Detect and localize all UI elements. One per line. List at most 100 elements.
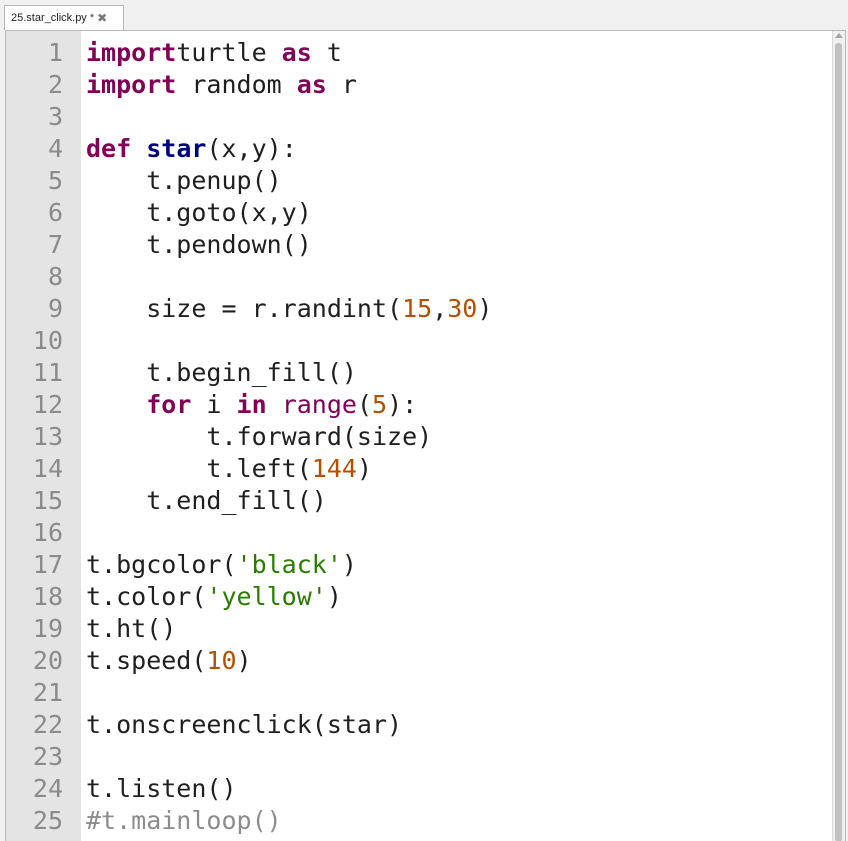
- code-line[interactable]: 20 t.speed(10): [6, 645, 834, 677]
- code-token: ): [236, 646, 252, 675]
- code-line[interactable]: 1 importturtle as t: [6, 37, 834, 69]
- line-number: 15: [32, 486, 63, 515]
- line-number: 14: [32, 454, 63, 483]
- code-text: t.onscreenclick(star): [63, 709, 402, 741]
- code-line[interactable]: 4 def star(x,y):: [6, 133, 834, 165]
- code-line[interactable]: 11 t.begin_fill(): [6, 357, 834, 389]
- code-line[interactable]: 9 size = r.randint(15,30): [6, 293, 834, 325]
- code-text: #t.mainloop(): [63, 805, 282, 837]
- code-line[interactable]: 25 #t.mainloop(): [6, 805, 834, 837]
- line-number: 18: [32, 582, 63, 611]
- code-line[interactable]: 22 t.onscreenclick(star): [6, 709, 834, 741]
- code-token: 5: [372, 390, 388, 419]
- code-text: t.pendown(): [63, 229, 312, 261]
- line-number: 20: [32, 646, 63, 675]
- code-text: t.speed(10): [63, 645, 252, 677]
- code-token: (: [356, 390, 373, 419]
- file-tab[interactable]: 25.star_click.py * ✖: [4, 5, 124, 30]
- code-text: t.goto(x,y): [63, 197, 312, 229]
- code-line[interactable]: 3: [6, 101, 834, 133]
- code-line[interactable]: 21: [6, 677, 834, 709]
- code-text: t.end_fill(): [63, 485, 327, 517]
- line-number: 12: [32, 390, 63, 419]
- code-token: t.forward(size): [86, 422, 433, 451]
- code-token: random: [176, 70, 297, 99]
- scrollbar-thumb[interactable]: [835, 43, 842, 841]
- line-number: 11: [32, 358, 63, 387]
- code-token: 144: [311, 454, 357, 483]
- line-number: 5: [47, 166, 63, 195]
- code-token: t.bgcolor(: [86, 550, 237, 579]
- code-line[interactable]: 17 t.bgcolor('black'): [6, 549, 834, 581]
- code-line[interactable]: 15 t.end_fill(): [6, 485, 834, 517]
- code-token: for: [146, 390, 192, 419]
- code-editor[interactable]: 1 importturtle as t 2 import random as r34d…: [5, 30, 846, 841]
- code-token: i: [191, 390, 237, 419]
- code-line[interactable]: 2 import random as r: [6, 69, 834, 101]
- code-token: t.speed(: [86, 646, 207, 675]
- code-line[interactable]: 14 t.left(144): [6, 453, 834, 485]
- code-token: def: [86, 134, 132, 163]
- line-number: 17: [32, 550, 63, 579]
- code-text: for i in range(5):: [63, 389, 417, 421]
- line-number: 24: [32, 774, 63, 803]
- code-token: star: [146, 134, 207, 163]
- code-token: import: [86, 38, 177, 67]
- code-line[interactable]: 7 t.pendown(): [6, 229, 834, 261]
- unsaved-indicator: *: [89, 12, 95, 24]
- line-number: 22: [32, 710, 63, 739]
- vertical-scrollbar[interactable]: [832, 31, 845, 841]
- code-line[interactable]: 5 t.penup(): [6, 165, 834, 197]
- code-token: t.left(: [86, 454, 312, 483]
- code-token: 'black': [236, 550, 342, 579]
- code-token: t.pendown(): [86, 230, 312, 259]
- code-token: #t.mainloop(): [86, 806, 282, 835]
- code-line[interactable]: 16: [6, 517, 834, 549]
- code-line[interactable]: 18 t.color('yellow'): [6, 581, 834, 613]
- code-token: t.onscreenclick(star): [86, 710, 403, 739]
- code-token: as: [281, 38, 312, 67]
- line-number: 3: [47, 102, 63, 131]
- code-text: t.penup(): [63, 165, 282, 197]
- close-icon[interactable]: ✖: [97, 11, 107, 25]
- code-line[interactable]: 19 t.ht(): [6, 613, 834, 645]
- line-number: 25: [32, 806, 63, 835]
- code-line[interactable]: 6 t.goto(x,y): [6, 197, 834, 229]
- line-number: 9: [47, 294, 63, 323]
- code-token: ):: [387, 390, 418, 419]
- code-token: (x,y):: [206, 134, 297, 163]
- code-line[interactable]: 13 t.forward(size): [6, 421, 834, 453]
- code-token: 10: [206, 646, 237, 675]
- code-text: t.bgcolor('black'): [63, 549, 357, 581]
- code-text: t.ht(): [63, 613, 176, 645]
- code-text: t.left(144): [63, 453, 372, 485]
- code-token: ): [341, 550, 357, 579]
- code-token: in: [236, 390, 267, 419]
- code-token: size = r.randint(: [86, 294, 403, 323]
- code-token: t.end_fill(): [86, 486, 327, 515]
- line-number: 13: [32, 422, 63, 451]
- code-text: def star(x,y):: [63, 133, 297, 165]
- code-token: import: [86, 70, 177, 99]
- code-line[interactable]: 24 t.listen(): [6, 773, 834, 805]
- line-number: 2: [47, 70, 63, 99]
- code-token: as: [296, 70, 327, 99]
- code-line[interactable]: 12 for i in range(5):: [6, 389, 834, 421]
- code-token: t: [311, 38, 342, 67]
- code-area[interactable]: 1 importturtle as t 2 import random as r34d…: [6, 37, 834, 837]
- code-token: 30: [447, 294, 478, 323]
- code-line[interactable]: 10: [6, 325, 834, 357]
- code-token: t.penup(): [86, 166, 282, 195]
- line-number: 16: [32, 518, 63, 547]
- code-token: 'yellow': [206, 582, 327, 611]
- code-line[interactable]: 8: [6, 261, 834, 293]
- scroll-up-arrow-icon[interactable]: [835, 33, 843, 38]
- line-number: 7: [47, 230, 63, 259]
- code-line[interactable]: 23: [6, 741, 834, 773]
